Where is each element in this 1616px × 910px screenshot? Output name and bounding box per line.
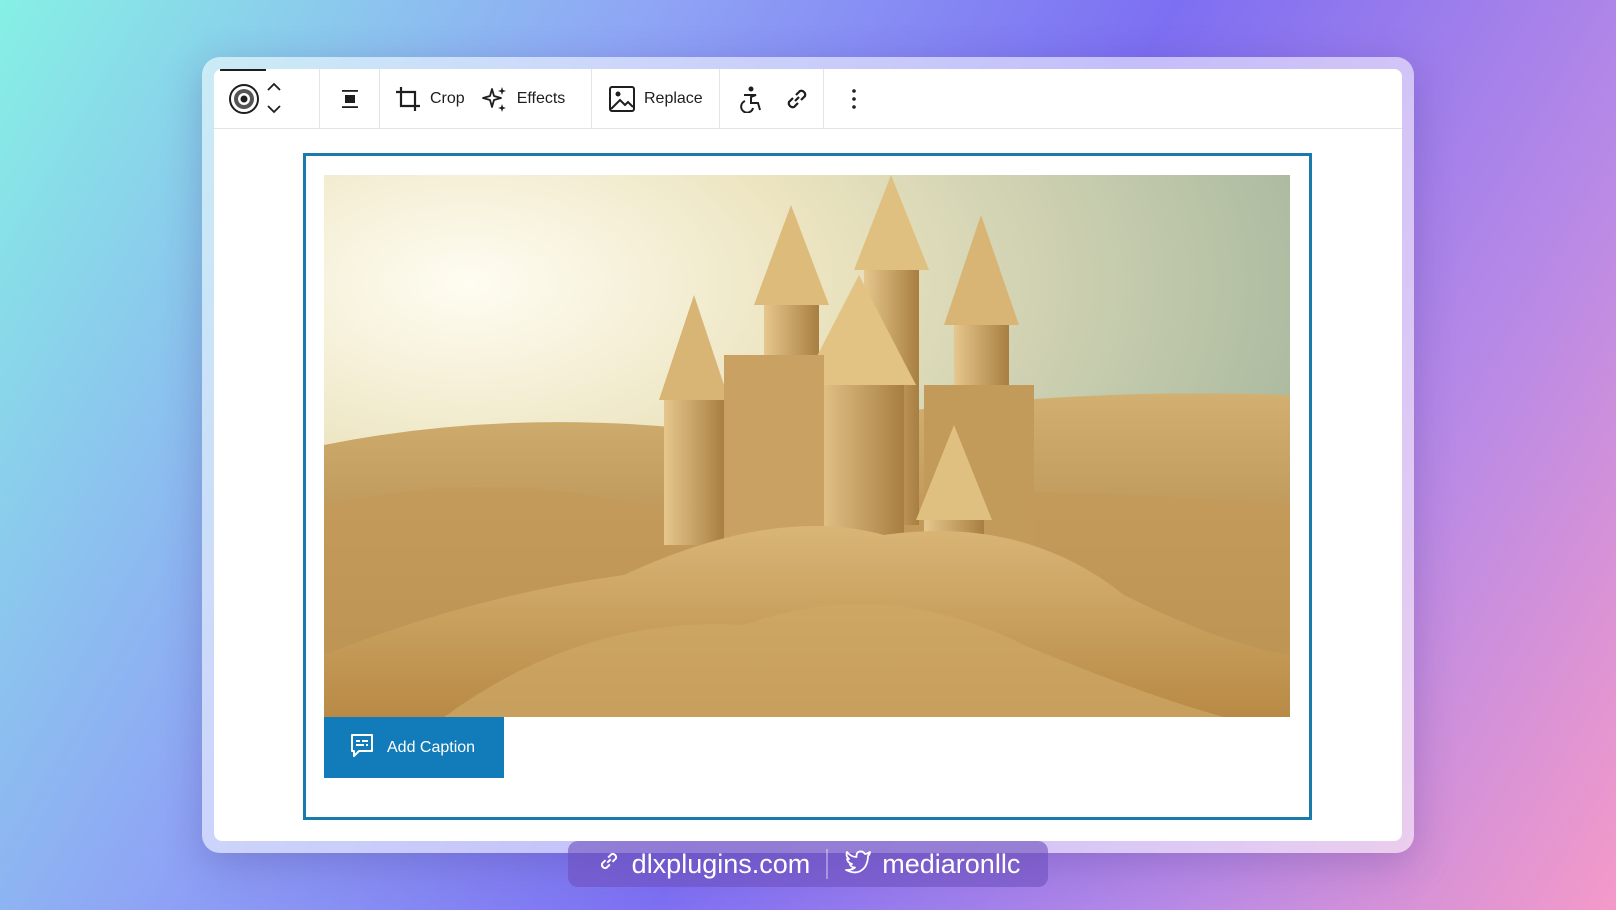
editor-window: Crop Effects Replace Add Caption — [214, 69, 1402, 841]
block-movers — [266, 79, 282, 119]
twitter-handle: mediaronllc — [882, 848, 1021, 879]
align-group — [320, 69, 380, 128]
link-icon — [782, 84, 812, 114]
twitter-bird-icon — [844, 848, 872, 881]
block-switcher-group — [214, 69, 320, 128]
crop-icon — [394, 85, 422, 113]
block-type-button[interactable] — [228, 69, 260, 128]
website-text: dlxplugins.com — [631, 848, 811, 879]
replace-button[interactable]: Replace — [600, 69, 711, 128]
chevron-down-icon[interactable] — [266, 101, 282, 119]
replace-group: Replace — [592, 69, 720, 128]
crop-label: Crop — [430, 89, 465, 107]
alt-text-button[interactable] — [728, 69, 772, 128]
image-icon — [608, 85, 636, 113]
add-caption-label: Add Caption — [387, 738, 476, 756]
crop-button[interactable]: Crop — [386, 69, 473, 128]
image-tools-group: Crop Effects — [380, 69, 592, 128]
footer-badge: dlxplugins.com mediaronllc — [568, 841, 1048, 887]
chevron-up-icon[interactable] — [266, 79, 282, 97]
sandcastle-image[interactable] — [324, 175, 1290, 717]
twitter-link[interactable]: mediaronllc — [828, 848, 1036, 881]
block-logo-icon — [228, 83, 260, 115]
image-block[interactable]: Add Caption — [303, 153, 1312, 820]
sparkles-icon — [481, 85, 509, 113]
block-toolbar: Crop Effects Replace — [214, 69, 1402, 129]
accessibility-icon — [736, 85, 764, 113]
caption-icon — [349, 732, 375, 763]
active-indicator — [220, 69, 266, 71]
more-options-button[interactable] — [843, 69, 865, 128]
link-button[interactable] — [774, 69, 820, 128]
link-icon — [596, 848, 622, 881]
meta-group — [720, 69, 824, 128]
website-link[interactable]: dlxplugins.com — [580, 848, 827, 881]
effects-label: Effects — [516, 89, 566, 107]
add-caption-button[interactable]: Add Caption — [324, 717, 504, 778]
more-group — [824, 69, 884, 128]
replace-label: Replace — [644, 89, 703, 107]
more-vertical-icon — [851, 88, 857, 110]
align-button[interactable] — [332, 69, 368, 128]
align-center-icon — [340, 89, 360, 109]
effects-button[interactable]: Effects — [473, 69, 574, 128]
